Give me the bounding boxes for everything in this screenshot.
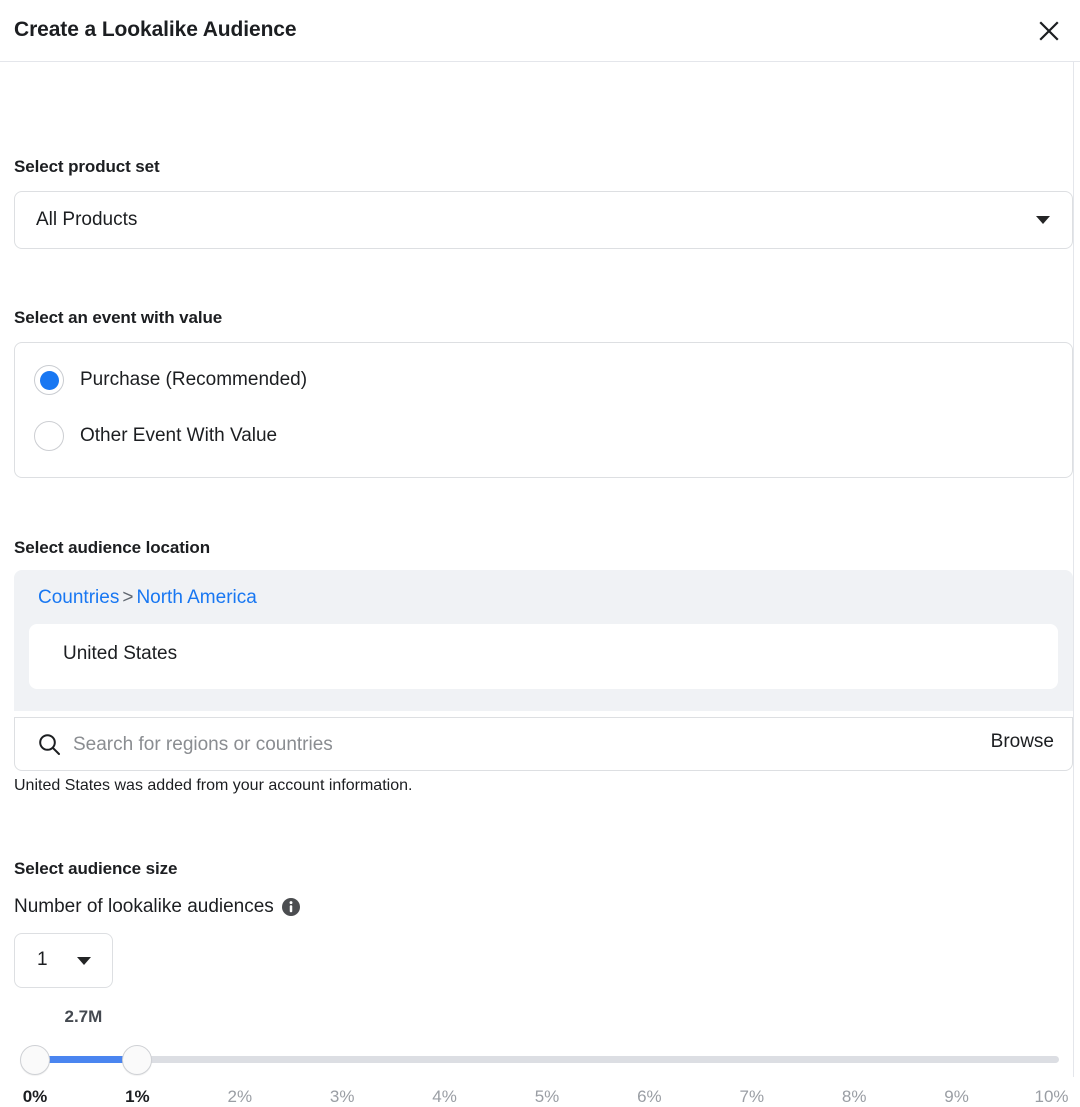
modal-body: Select product set All Products Select a… xyxy=(0,62,1074,1106)
slider-handle-end[interactable] xyxy=(122,1045,153,1075)
page-title: Create a Lookalike Audience xyxy=(14,18,297,41)
product-set-value: All Products xyxy=(36,209,138,230)
info-icon[interactable] xyxy=(281,898,300,916)
location-search-box: Browse xyxy=(14,717,1073,772)
slider-tick-9pct: 9% xyxy=(944,1087,969,1106)
slider-tick-4pct: 4% xyxy=(432,1087,457,1106)
audience-size-slider[interactable]: 2.7M 0% 1% 2% 3% 4% 5% 6% 7% 8% 9% 10% xyxy=(14,1007,1069,1107)
radio-purchase-label: Purchase (Recommended) xyxy=(80,369,308,390)
radio-purchase-indicator xyxy=(34,365,64,395)
audience-location-label: Select audience location xyxy=(14,538,210,557)
slider-tick-6pct: 6% xyxy=(637,1087,662,1106)
chevron-down-icon xyxy=(1036,216,1050,224)
slider-tick-8pct: 8% xyxy=(841,1087,867,1106)
breadcrumb-north-america-link[interactable]: North America xyxy=(136,587,256,608)
selected-location-label: United States xyxy=(63,643,178,664)
selected-location-item[interactable]: United States xyxy=(29,624,1058,689)
product-set-select[interactable]: All Products xyxy=(14,191,1073,249)
radio-option-purchase[interactable]: Purchase (Recommended) xyxy=(34,365,307,395)
close-button[interactable] xyxy=(1030,12,1068,50)
breadcrumb: Countries > North America xyxy=(38,587,257,609)
slider-value-bubble: 2.7M xyxy=(64,1007,103,1026)
location-panel: Countries > North America United States xyxy=(14,570,1073,711)
breadcrumb-separator: > xyxy=(122,587,134,608)
close-icon xyxy=(1038,20,1060,42)
browse-button[interactable]: Browse xyxy=(991,731,1054,753)
event-label: Select an event with value xyxy=(14,308,223,327)
number-of-audiences-value: 1 xyxy=(37,949,48,970)
audience-size-label: Select audience size xyxy=(14,859,178,878)
slider-tick-3pct: 3% xyxy=(329,1087,355,1106)
lookalike-audience-modal: Create a Lookalike Audience Select produ… xyxy=(0,0,1080,1106)
radio-option-other-event[interactable]: Other Event With Value xyxy=(34,421,277,451)
slider-tick-2pct: 2% xyxy=(227,1087,253,1106)
slider-track[interactable] xyxy=(35,1056,1059,1063)
radio-other-event-label: Other Event With Value xyxy=(80,425,278,446)
event-options-group: Purchase (Recommended) Other Event With … xyxy=(14,342,1073,478)
number-of-audiences-text: Number of lookalike audiences xyxy=(14,896,274,917)
radio-other-event-indicator xyxy=(34,421,64,451)
location-note: United States was added from your accoun… xyxy=(14,777,413,794)
search-icon xyxy=(37,732,62,762)
slider-tick-5pct: 5% xyxy=(534,1087,560,1106)
product-set-label: Select product set xyxy=(14,157,160,176)
slider-tick-0pct: 0% xyxy=(22,1087,48,1106)
breadcrumb-countries-link[interactable]: Countries xyxy=(38,587,119,608)
slider-handle-start[interactable] xyxy=(20,1045,50,1075)
chevron-down-icon xyxy=(77,957,91,965)
search-input[interactable] xyxy=(71,718,955,772)
number-of-audiences-label: Number of lookalike audiences xyxy=(14,896,300,918)
slider-tick-7pct: 7% xyxy=(739,1087,765,1106)
modal-header: Create a Lookalike Audience xyxy=(0,0,1080,62)
number-of-audiences-select[interactable]: 1 xyxy=(14,933,113,988)
slider-tick-10pct: 10% xyxy=(1034,1087,1069,1106)
slider-tick-1pct: 1% xyxy=(125,1087,150,1106)
